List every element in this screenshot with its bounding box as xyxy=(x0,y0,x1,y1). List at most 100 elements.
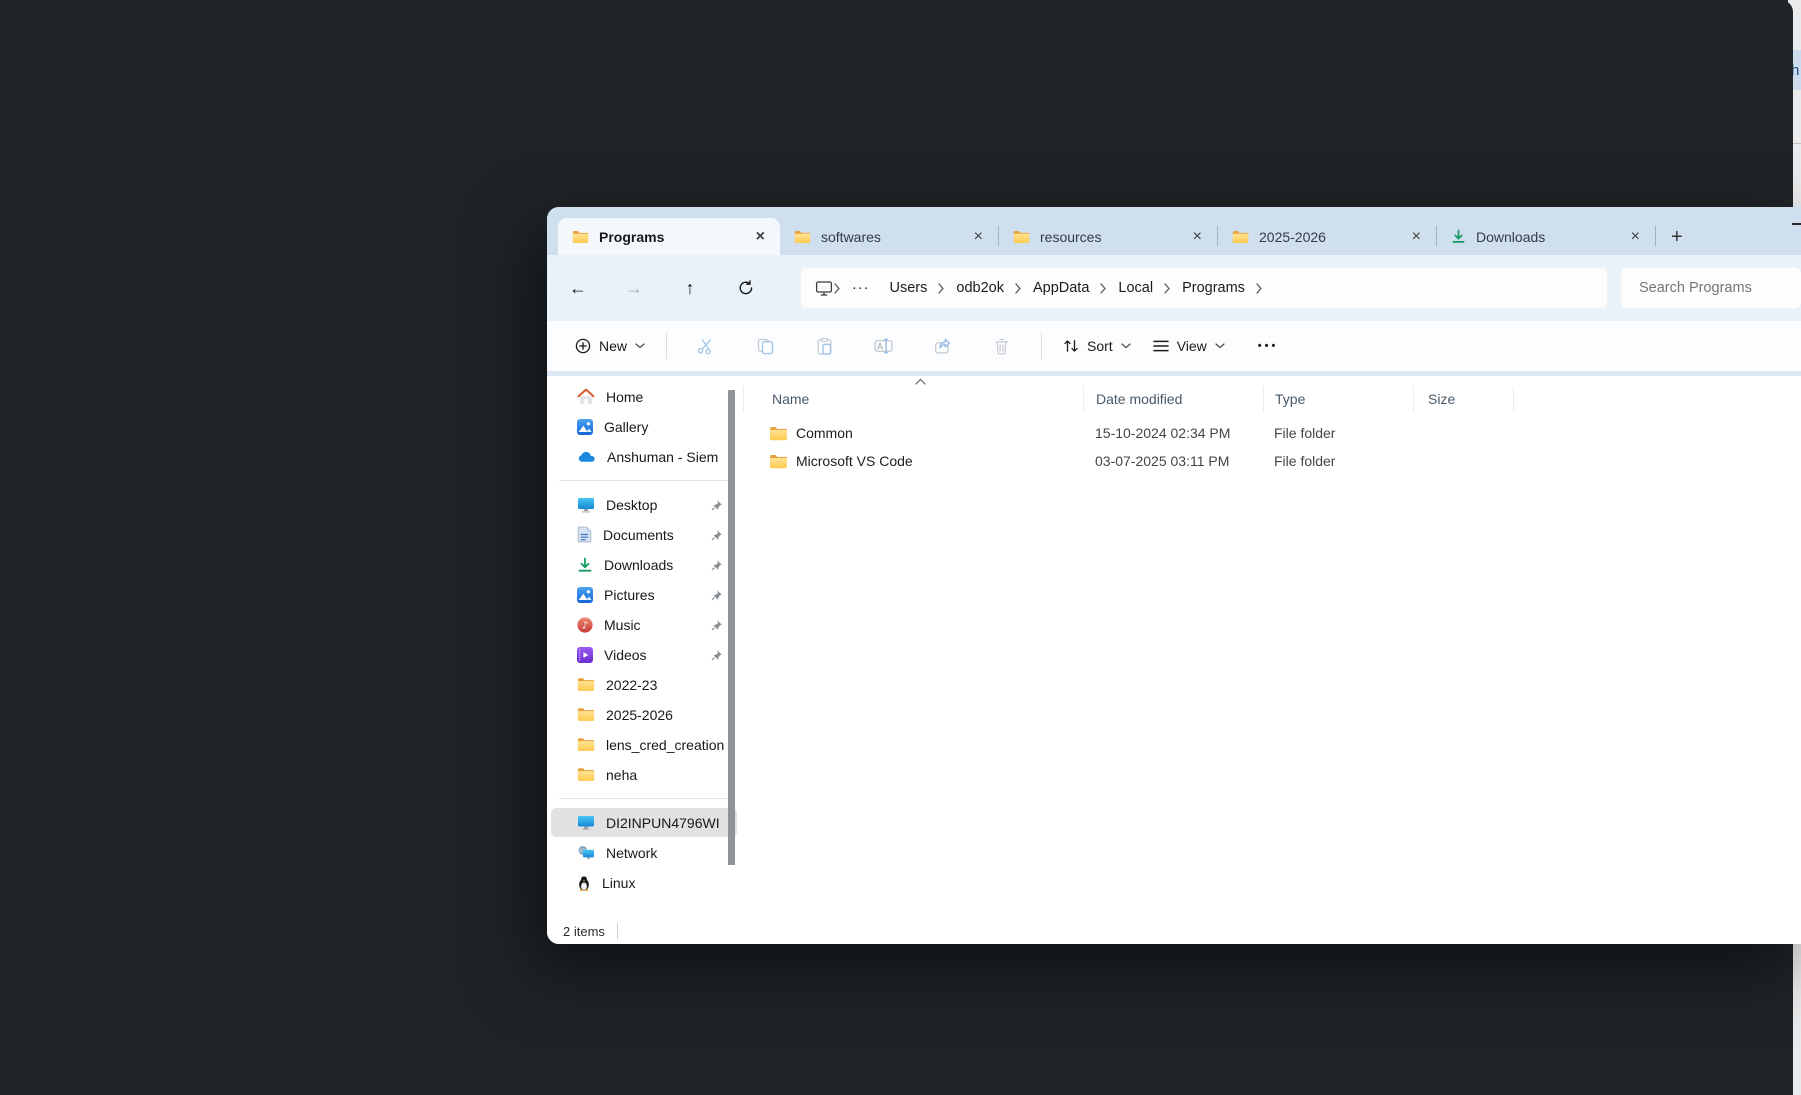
tab-softwares[interactable]: softwares × xyxy=(780,218,998,255)
file-date-modified: 15-10-2024 02:34 PM xyxy=(1083,425,1263,441)
close-icon[interactable]: × xyxy=(1624,229,1647,245)
sidebar-item-videos[interactable]: Videos xyxy=(551,640,737,669)
sidebar-item-pictures[interactable]: Pictures xyxy=(551,580,737,609)
linux-icon xyxy=(577,875,591,891)
sidebar-item-linux[interactable]: Linux xyxy=(551,868,737,897)
up-button[interactable]: ↑ xyxy=(673,271,707,305)
table-row[interactable]: Common 15-10-2024 02:34 PM File folder xyxy=(743,419,1801,447)
documents-icon xyxy=(577,526,592,543)
divider xyxy=(617,923,618,939)
column-header-name[interactable]: Name xyxy=(743,386,1083,412)
divider xyxy=(559,798,733,799)
folder-icon xyxy=(577,707,595,722)
tab-label: 2025-2026 xyxy=(1259,229,1395,245)
trash-icon xyxy=(994,338,1009,355)
column-header-date-modified[interactable]: Date modified xyxy=(1083,386,1263,412)
chevron-right-icon[interactable] xyxy=(1164,283,1171,294)
sort-button-label: Sort xyxy=(1087,338,1113,354)
refresh-icon xyxy=(738,280,754,296)
tab-label: Downloads xyxy=(1476,229,1614,245)
sidebar-item-gallery[interactable]: Gallery xyxy=(551,412,737,441)
search-box[interactable] xyxy=(1621,268,1801,308)
sidebar-item-network[interactable]: Network xyxy=(551,838,737,867)
this-pc-icon[interactable] xyxy=(815,280,833,296)
file-type: File folder xyxy=(1263,453,1413,469)
rename-icon xyxy=(874,338,893,354)
share-button[interactable] xyxy=(913,338,972,354)
sidebar-item-neha[interactable]: neha xyxy=(551,760,737,789)
view-button[interactable]: View xyxy=(1142,332,1236,360)
sidebar-item-music[interactable]: Music xyxy=(551,610,737,639)
folder-icon xyxy=(769,426,788,441)
chevron-right-icon[interactable] xyxy=(834,283,841,294)
sidebar-item-downloads[interactable]: Downloads xyxy=(551,550,737,579)
pin-icon xyxy=(711,589,723,601)
tab-bar: Programs × softwares × resources × 2025-… xyxy=(547,207,1801,255)
sidebar-item-2022-23[interactable]: 2022-23 xyxy=(551,670,737,699)
minimize-icon[interactable] xyxy=(1792,223,1801,225)
tab-downloads[interactable]: Downloads × xyxy=(1437,218,1655,255)
file-date-modified: 03-07-2025 03:11 PM xyxy=(1083,453,1263,469)
sidebar-item-2025-2026[interactable]: 2025-2026 xyxy=(551,700,737,729)
rename-button[interactable] xyxy=(854,338,913,354)
close-icon[interactable]: × xyxy=(1405,229,1428,245)
tab-resources[interactable]: resources × xyxy=(999,218,1217,255)
breadcrumb[interactable]: ··· Users odb2ok AppData Local Programs xyxy=(801,268,1607,308)
delete-button[interactable] xyxy=(972,338,1031,355)
close-icon[interactable]: × xyxy=(967,229,990,245)
sidebar-item-documents[interactable]: Documents xyxy=(551,520,737,549)
cut-button[interactable] xyxy=(677,338,736,355)
refresh-button[interactable] xyxy=(729,271,763,305)
plus-circle-icon xyxy=(575,338,591,354)
sidebar-item-lens-cred-creation[interactable]: lens_cred_creation xyxy=(551,730,737,759)
back-button[interactable]: ← xyxy=(561,271,595,305)
download-icon xyxy=(577,557,593,573)
column-header-type[interactable]: Type xyxy=(1263,386,1413,412)
sidebar-scrollbar[interactable] xyxy=(728,390,735,865)
this-pc-icon xyxy=(577,815,595,830)
paste-button[interactable] xyxy=(795,338,854,355)
view-button-label: View xyxy=(1177,338,1207,354)
tab-programs[interactable]: Programs × xyxy=(558,218,780,255)
tab-2025-2026[interactable]: 2025-2026 × xyxy=(1218,218,1436,255)
desktop-icon xyxy=(577,497,595,513)
sidebar-item-desktop[interactable]: Desktop xyxy=(551,490,737,519)
breadcrumb-item-appdata[interactable]: AppData xyxy=(1023,280,1099,296)
scissors-icon xyxy=(697,338,716,355)
pin-icon xyxy=(711,499,723,511)
sidebar-item-this-pc[interactable]: DI2INPUN4796WI xyxy=(551,808,737,837)
folder-icon xyxy=(794,230,811,244)
divider xyxy=(1513,386,1515,412)
sort-button[interactable]: Sort xyxy=(1052,332,1142,360)
new-button-label: New xyxy=(599,338,627,354)
breadcrumb-item-local[interactable]: Local xyxy=(1108,280,1163,296)
column-header-size[interactable]: Size xyxy=(1413,386,1513,412)
chevron-right-icon[interactable] xyxy=(1015,283,1022,294)
column-headers: Name Date modified Type Size xyxy=(743,376,1801,412)
sidebar-item-home[interactable]: Home xyxy=(551,382,737,411)
view-lines-icon xyxy=(1153,340,1169,352)
chevron-right-icon[interactable] xyxy=(1256,283,1263,294)
breadcrumb-overflow[interactable]: ··· xyxy=(842,280,880,296)
breadcrumb-item-programs[interactable]: Programs xyxy=(1172,280,1255,296)
close-icon[interactable]: × xyxy=(1186,229,1209,245)
folder-icon xyxy=(769,454,788,469)
close-icon[interactable]: × xyxy=(749,229,772,245)
chevron-down-icon xyxy=(1215,343,1225,349)
new-button[interactable]: New xyxy=(564,332,656,360)
new-tab-button[interactable]: + xyxy=(1656,227,1698,247)
forward-button[interactable]: → xyxy=(617,271,651,305)
table-row[interactable]: Microsoft VS Code 03-07-2025 03:11 PM Fi… xyxy=(743,447,1801,475)
command-bar: New Sort View ••• xyxy=(547,321,1801,371)
breadcrumb-item-users[interactable]: Users xyxy=(880,280,938,296)
search-input[interactable] xyxy=(1637,279,1785,297)
chevron-right-icon[interactable] xyxy=(938,283,945,294)
chevron-right-icon[interactable] xyxy=(1100,283,1107,294)
more-options-button[interactable]: ••• xyxy=(1258,340,1279,352)
copy-button[interactable] xyxy=(736,338,795,355)
onedrive-icon xyxy=(577,450,596,463)
breadcrumb-item-odb2ok[interactable]: odb2ok xyxy=(946,280,1014,296)
navigation-bar: ← → ↑ ··· Users odb2ok AppData Local Pro… xyxy=(547,255,1801,321)
sidebar-item-onedrive[interactable]: Anshuman - Siem xyxy=(551,442,737,471)
share-icon xyxy=(934,338,951,354)
